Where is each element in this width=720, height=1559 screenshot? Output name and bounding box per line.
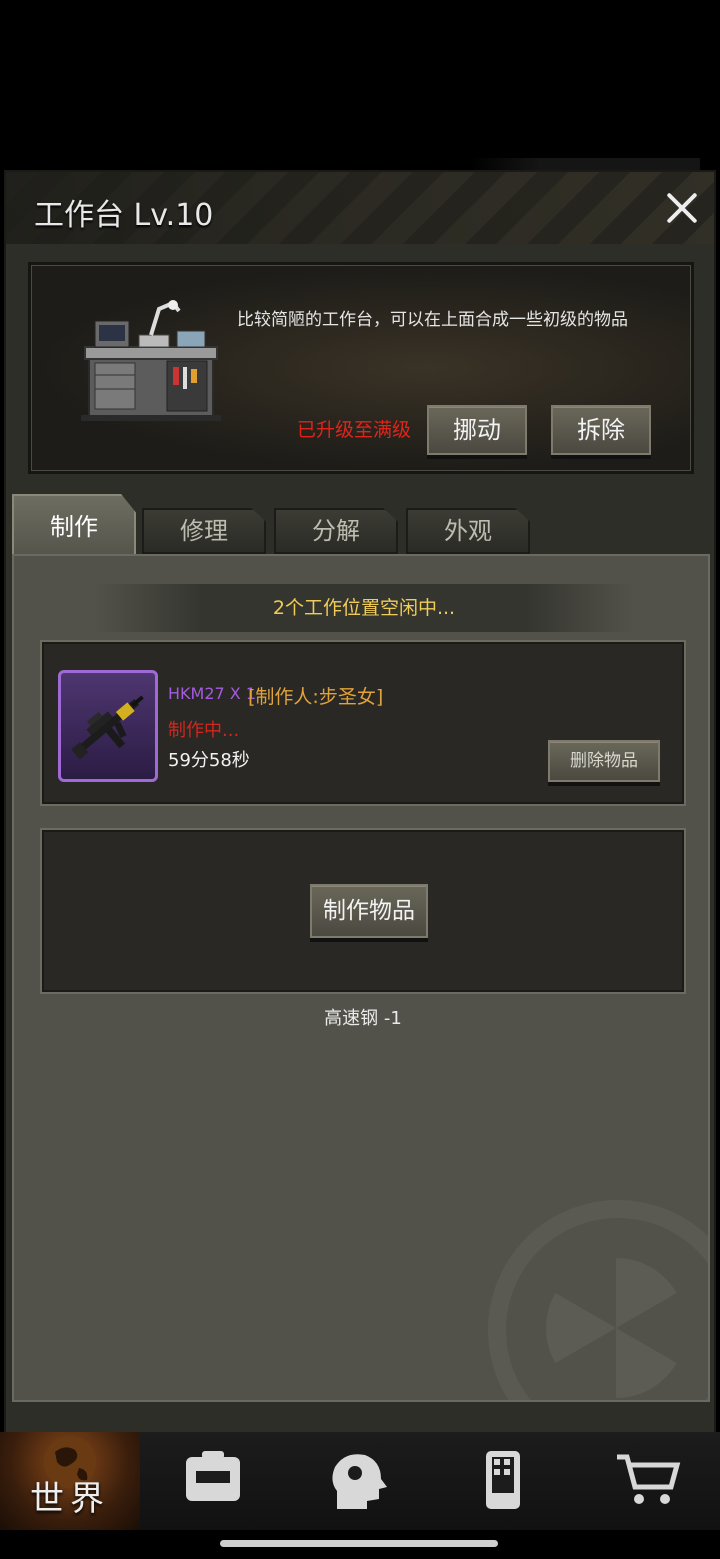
nav-phone[interactable] bbox=[430, 1432, 575, 1530]
cart-icon bbox=[616, 1454, 680, 1504]
close-icon[interactable] bbox=[660, 186, 704, 230]
nav-world-label: 世界 bbox=[30, 1479, 110, 1519]
nav-world[interactable]: 世界 bbox=[0, 1432, 140, 1530]
empty-craft-slot: 制作物品 bbox=[42, 830, 684, 992]
radiation-watermark-icon bbox=[488, 1200, 708, 1400]
crafting-queue-item: HKM27 X 1 [制作人:步圣女] 制作中... 59分58秒 删除物品 bbox=[42, 642, 684, 804]
dismantle-button[interactable]: 拆除 bbox=[551, 405, 651, 455]
nav-backpack[interactable] bbox=[140, 1432, 285, 1530]
bottom-navigation: 世界 bbox=[0, 1432, 720, 1530]
backpack-icon bbox=[185, 1451, 240, 1501]
workbench-icon bbox=[81, 300, 221, 421]
crafting-timer: 59分58秒 bbox=[168, 750, 250, 771]
phone-icon bbox=[485, 1451, 520, 1509]
delete-item-button[interactable]: 删除物品 bbox=[548, 740, 660, 782]
craft-content: 2个工作位置空闲中... HKM27 X 1 [制作人:步圣女] 制作中... … bbox=[12, 554, 710, 1402]
tab-disassemble[interactable]: 分解 bbox=[274, 508, 398, 554]
nav-shop[interactable] bbox=[575, 1432, 720, 1530]
move-button[interactable]: 挪动 bbox=[427, 405, 527, 455]
tab-craft[interactable]: 制作 bbox=[12, 494, 136, 556]
free-slots-status: 2个工作位置空闲中... bbox=[94, 584, 634, 632]
crafting-status: 制作中... bbox=[168, 720, 240, 741]
head-skill-icon bbox=[331, 1454, 387, 1509]
item-name: HKM27 X 1 bbox=[168, 684, 256, 703]
max-level-label: 已升级至满级 bbox=[297, 419, 412, 441]
tab-bar: 修理 分解 外观 制作 bbox=[12, 494, 712, 556]
dialog-title: 工作台 Lv.10 bbox=[34, 198, 214, 233]
workbench-dialog: 工作台 Lv.10 比较简陋的工作台，可以在上面合成一些初级的物品 已升级至满级… bbox=[4, 170, 716, 1435]
home-indicator[interactable] bbox=[220, 1540, 498, 1547]
craft-item-button[interactable]: 制作物品 bbox=[310, 884, 428, 938]
tab-repair[interactable]: 修理 bbox=[142, 508, 266, 554]
tab-appearance[interactable]: 外观 bbox=[406, 508, 530, 554]
rifle-icon[interactable] bbox=[58, 670, 158, 782]
top-blank-area bbox=[0, 0, 720, 170]
workbench-info-box: 比较简陋的工作台，可以在上面合成一些初级的物品 已升级至满级 挪动 拆除 bbox=[28, 262, 694, 474]
workbench-description: 比较简陋的工作台，可以在上面合成一些初级的物品 bbox=[237, 310, 628, 330]
material-cost: 高速钢 -1 bbox=[324, 1008, 402, 1029]
item-maker: [制作人:步圣女] bbox=[248, 686, 384, 708]
nav-skills[interactable] bbox=[285, 1432, 430, 1530]
